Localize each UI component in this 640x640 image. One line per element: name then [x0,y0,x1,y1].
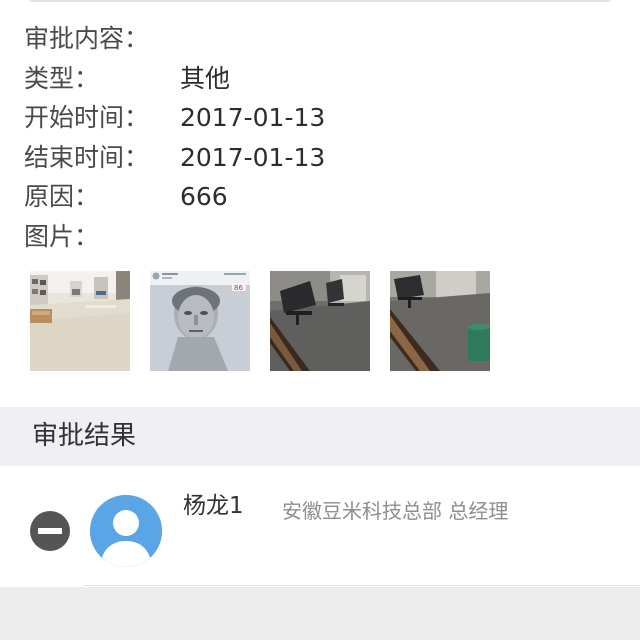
type-label: 类型： [24,63,100,93]
office-chairs-photo-icon [270,271,370,371]
approval-result-title: 审批结果 [32,421,137,451]
svg-text:86: 86 [234,284,243,292]
bottom-background [0,587,640,640]
reason-label: 原因： [24,182,100,211]
start-time-value: 2017-01-13 [180,103,326,132]
remove-circle-icon[interactable] [29,510,71,552]
image-thumb-2[interactable]: 86 [150,271,250,371]
end-time-row: 结束时间： 2017-01-13 [24,138,624,178]
office-room-photo-icon [30,271,130,371]
approval-content-row: 审批内容： [24,19,624,59]
approval-result-header: 审批结果 [0,407,640,466]
row-divider [84,585,640,586]
approver-org-title: 安徽豆米科技总部 总经理 [282,499,509,523]
start-time-row: 开始时间： 2017-01-13 [24,98,624,138]
approval-details: 审批内容： 类型： 其他 开始时间： 2017-01-13 结束时间： 2017… [24,19,624,256]
type-value: 其他 [180,63,231,93]
image-thumb-1[interactable] [30,271,130,371]
reason-row: 原因： 666 [24,177,624,217]
default-avatar-icon [90,495,162,567]
portrait-sketch-photo-icon: 86 [150,271,250,371]
images-row: 图片： [24,217,624,257]
images-label: 图片： [24,221,100,251]
image-thumb-3[interactable] [270,271,370,371]
end-time-label: 结束时间： [24,142,150,172]
approval-detail-page: 审批内容： 类型： 其他 开始时间： 2017-01-13 结束时间： 2017… [0,0,640,640]
type-row: 类型： 其他 [24,59,624,99]
office-floor-photo-icon [390,271,490,371]
reason-value: 666 [180,182,228,211]
approval-content-label: 审批内容： [24,24,150,53]
approver-name: 杨龙1 [183,493,244,519]
approver-avatar [90,495,162,567]
top-divider [30,0,610,2]
image-thumb-4[interactable] [390,271,490,371]
start-time-label: 开始时间： [24,103,150,132]
end-time-value: 2017-01-13 [180,142,326,172]
